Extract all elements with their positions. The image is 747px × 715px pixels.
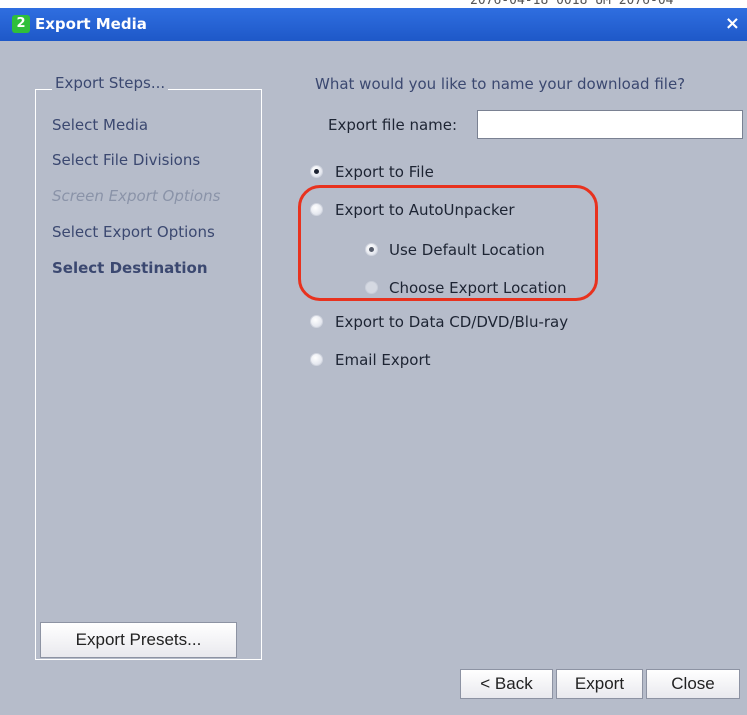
export-button[interactable]: Export (556, 669, 643, 699)
export-to-file-label[interactable]: Export to File (335, 163, 434, 181)
step-select-file-divisions[interactable]: Select File Divisions (52, 151, 200, 169)
choose-export-location-label[interactable]: Choose Export Location (389, 279, 566, 297)
app-logo-icon: 2 (12, 15, 30, 33)
export-presets-button[interactable]: Export Presets... (40, 622, 237, 658)
step-select-export-options[interactable]: Select Export Options (52, 223, 215, 241)
step-screen-export-options: Screen Export Options (52, 187, 221, 205)
radio-export-to-data-disc[interactable] (310, 315, 323, 328)
export-file-name-label: Export file name: (328, 116, 458, 134)
radio-export-to-autounpacker[interactable] (310, 203, 323, 216)
step-select-destination[interactable]: Select Destination (52, 259, 208, 277)
close-icon[interactable]: × (725, 13, 740, 34)
radio-choose-export-location[interactable] (365, 281, 378, 294)
export-to-autounpacker-label[interactable]: Export to AutoUnpacker (335, 201, 515, 219)
export-steps-panel (35, 89, 262, 660)
radio-export-to-file[interactable] (310, 165, 323, 178)
use-default-location-label[interactable]: Use Default Location (389, 241, 545, 259)
back-button[interactable]: < Back (460, 669, 553, 699)
email-export-label[interactable]: Email Export (335, 351, 431, 369)
export-to-data-disc-label[interactable]: Export to Data CD/DVD/Blu-ray (335, 313, 568, 331)
radio-use-default-location[interactable] (365, 243, 378, 256)
window-title: Export Media (35, 15, 147, 33)
close-button[interactable]: Close (646, 669, 740, 699)
step-select-media[interactable]: Select Media (52, 116, 148, 134)
radio-email-export[interactable] (310, 353, 323, 366)
export-media-dialog: 2076-04-18 0018 UM 2076-04 2 Export Medi… (0, 0, 747, 715)
export-steps-legend: Export Steps... (52, 74, 169, 92)
export-file-name-input[interactable] (477, 110, 743, 139)
background-window-strip: 2076-04-18 0018 UM 2076-04 (0, 0, 747, 8)
background-window-text: 2076-04-18 0018 UM 2076-04 (470, 0, 674, 8)
title-bar[interactable]: 2 Export Media × (0, 8, 747, 41)
filename-question: What would you like to name your downloa… (315, 75, 686, 93)
